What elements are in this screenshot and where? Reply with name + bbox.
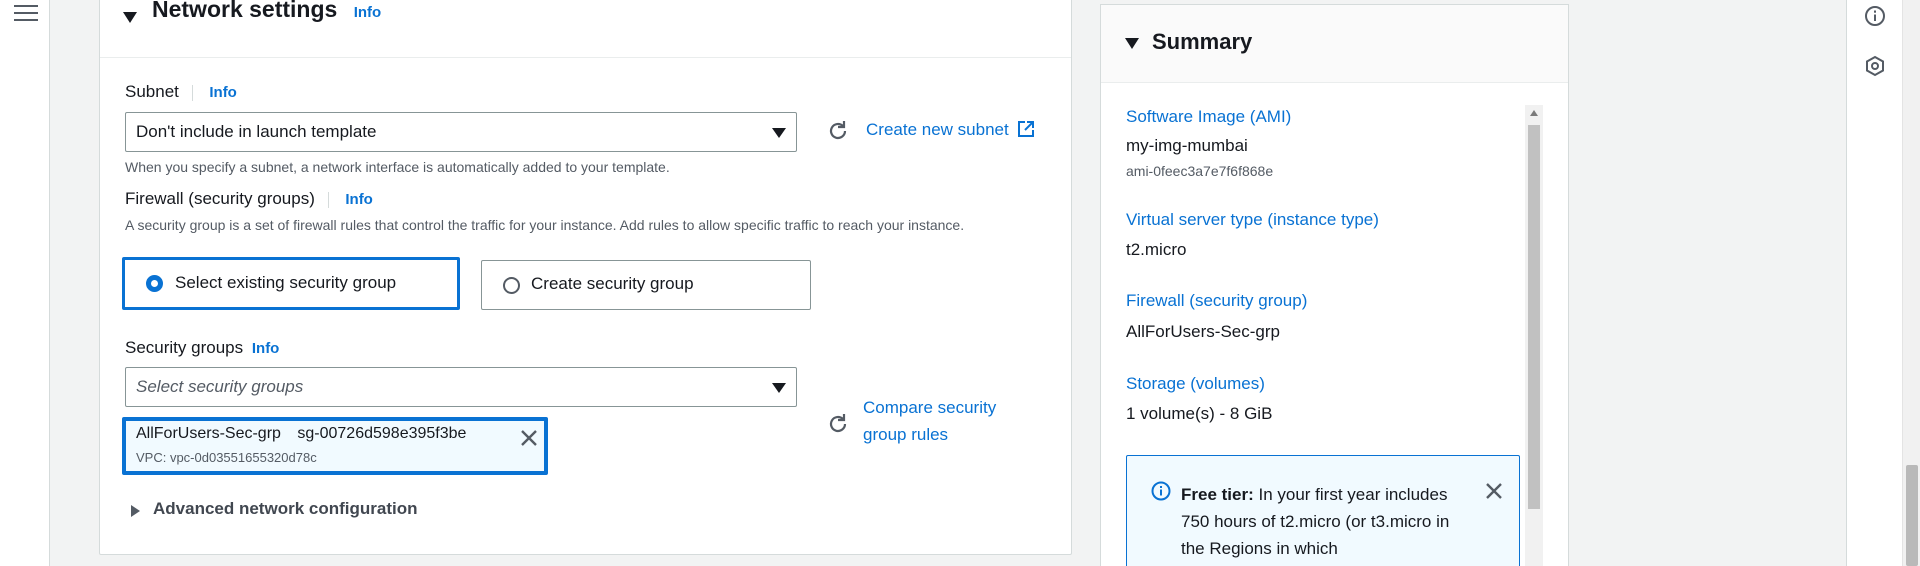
token-vpc: VPC: vpc-0d03551655320d78c [136,450,317,465]
subnet-help-text: When you specify a subnet, a network int… [125,159,670,175]
token-name: AllForUsers-Sec-grp [136,425,281,442]
page-scrollbar[interactable] [1902,0,1920,566]
firewall-label: Firewall (security groups) Info [125,189,373,209]
create-new-subnet-text: Create new subnet [866,120,1009,139]
create-new-subnet-link[interactable]: Create new subnet [866,120,1035,143]
external-link-icon [1017,120,1035,143]
info-circle-icon [1151,481,1171,501]
summary-ami-link[interactable]: Software Image (AMI) [1126,107,1291,127]
subnet-label-text: Subnet [125,82,179,101]
token-id: sg-00726d598e395f3be [297,425,467,442]
security-groups-select[interactable]: Select security groups [125,367,797,407]
summary-ami-id: ami-0feec3a7e7f6f868e [1126,163,1274,179]
summary-scroll-thumb[interactable] [1528,125,1540,509]
hamburger-menu-icon[interactable] [14,5,38,27]
security-group-token: AllForUsers-Sec-grp sg-00726d598e395f3be… [122,417,548,475]
summary-storage-link[interactable]: Storage (volumes) [1126,374,1265,394]
summary-panel: Summary Software Image (AMI) my-img-mumb… [1100,4,1569,566]
hexagon-settings-icon[interactable] [1864,55,1886,77]
divider [327,191,329,208]
firewall-label-text: Firewall (security groups) [125,189,315,208]
network-info-link[interactable]: Info [354,4,382,21]
free-tier-text: Free tier: In your first year includes 7… [1181,481,1471,562]
collapse-caret-icon[interactable] [1125,38,1139,49]
security-groups-label: Security groups Info [125,338,279,358]
create-security-group-option[interactable]: Create security group [481,260,811,310]
summary-scrollbar[interactable] [1525,105,1543,566]
select-existing-security-group-option[interactable]: Select existing security group [122,257,460,310]
refresh-icon[interactable] [826,119,850,143]
radio-selected-icon [146,275,163,292]
advanced-network-configuration-toggle[interactable]: Advanced network configuration [131,499,431,523]
summary-instance-type-value: t2.micro [1126,240,1187,259]
summary-title: Summary [1152,29,1253,54]
info-circle-icon[interactable] [1864,5,1886,27]
subnet-select-value: Don't include in launch template [136,122,377,141]
summary-ami-name: my-img-mumbai [1126,136,1248,155]
network-settings-header[interactable]: Network settings Info [100,0,1071,58]
free-tier-bold: Free tier: [1181,485,1254,504]
select-existing-label: Select existing security group [175,273,397,292]
security-groups-label-text: Security groups [125,338,244,357]
security-groups-info-link[interactable]: Info [252,340,280,357]
compare-security-group-rules-link[interactable]: Compare security group rules [863,394,996,448]
subnet-label: Subnet Info [125,82,237,102]
page-scroll-thumb[interactable] [1906,465,1918,566]
compare-link-line1: Compare security [863,398,997,417]
summary-header[interactable]: Summary [1101,5,1568,83]
token-main: AllForUsers-Sec-grp sg-00726d598e395f3be [136,425,466,443]
free-tier-alert: Free tier: In your first year includes 7… [1126,455,1520,566]
summary-firewall-value: AllForUsers-Sec-grp [1126,322,1280,341]
subnet-select[interactable]: Don't include in launch template [125,112,797,152]
summary-instance-type-link[interactable]: Virtual server type (instance type) [1126,210,1379,230]
scroll-up-arrow-icon[interactable] [1530,110,1538,116]
close-icon[interactable] [1484,481,1504,501]
compare-link-line2: group rules [863,425,949,444]
expand-caret-icon [131,505,140,517]
chevron-down-icon [772,383,786,393]
create-security-group-label: Create security group [531,274,694,293]
network-settings-panel: Network settings Info Subnet Info Don't … [99,0,1072,555]
firewall-help-text: A security group is a set of firewall ru… [125,217,965,233]
firewall-info-link[interactable]: Info [345,191,373,208]
section-title-text: Network settings [152,0,338,22]
close-icon[interactable] [519,428,539,448]
summary-firewall-link[interactable]: Firewall (security group) [1126,291,1307,311]
advanced-network-configuration-label: Advanced network configuration [153,499,418,518]
chevron-down-icon [772,128,786,138]
radio-unselected-icon [503,277,520,294]
right-tools-rail [1846,0,1902,566]
collapse-caret-icon[interactable] [123,12,137,23]
subnet-info-link[interactable]: Info [209,84,237,101]
security-groups-placeholder: Select security groups [136,377,304,396]
divider [191,84,193,101]
section-title: Network settings Info [152,0,381,23]
summary-storage-value: 1 volume(s) - 8 GiB [1126,404,1273,423]
left-nav-rail [0,0,50,566]
refresh-icon[interactable] [826,412,850,436]
